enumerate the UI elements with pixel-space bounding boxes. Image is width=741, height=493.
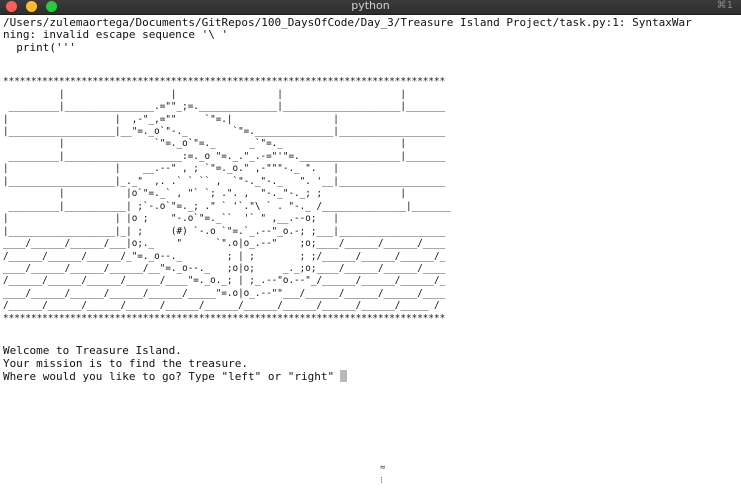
- ascii-art-line: | | __.--" , ; `"=._o." ,-"""-._ ". |: [3, 163, 339, 175]
- ascii-art-line: ____/______/______/______/__"=._o--._ ;o…: [3, 263, 446, 275]
- syntax-warning-line-2: ning: invalid escape sequence '\ ': [3, 28, 229, 42]
- ascii-art-line: /______/______/______/______/______/____…: [3, 300, 440, 312]
- treasure-island-ascii-art: ****************************************…: [3, 76, 739, 325]
- ascii-art-line: ****************************************…: [3, 312, 446, 324]
- ascii-art-line: _________|___________| ;`-.o`"=._; ." ` …: [3, 200, 451, 212]
- input-prompt-line[interactable]: Where would you like to go? Type "left" …: [3, 370, 739, 383]
- terminal-output[interactable]: /Users/zulemaortega/Documents/GitRepos/1…: [3, 17, 739, 491]
- ascii-art-line: |___________________|_| ; (#) `-.o `"=.`…: [3, 225, 446, 237]
- mission-message: Your mission is to find the treasure.: [3, 356, 249, 370]
- ascii-art-line: |___________________|_._" ,. .` ` `` , `…: [3, 175, 446, 187]
- text-cursor: [340, 370, 348, 383]
- syntax-warning-line-3: print(''': [3, 40, 76, 54]
- window-shortcut-label: ⌘1: [716, 0, 733, 11]
- ascii-art-line: | | |o ; "-.o`"=._`` '` " ,__.--o; |: [3, 213, 339, 225]
- ascii-art-line: ____/______/______/___|o;._ " `".o|o_.--…: [3, 238, 446, 250]
- welcome-message: Welcome to Treasure Island.: [3, 344, 182, 358]
- ascii-art-line: /______/______/______/_"=._o--._ ; | ; ;…: [3, 250, 446, 262]
- window-title-bar: python ⌘1: [0, 0, 741, 15]
- ascii-art-line: ____/______/______/______/______/_____"=…: [3, 287, 446, 299]
- ascii-art-line: | `"=._o`"=._ _`"=._ |: [3, 138, 406, 150]
- ascii-art-line: | | | |: [3, 88, 406, 100]
- ascii-art-line: |___________________|__"=._o`"-._ `"=.__…: [3, 126, 446, 138]
- ascii-art-line: | |o`"=._` , "` `; .". , "-._"-._; ; |: [3, 188, 406, 200]
- ascii-art-line: | | ,-"_,="" `"=.| |: [3, 113, 339, 125]
- ascii-art-line: /______/______/______/______/____"=._o._…: [3, 275, 446, 287]
- cursor-marker-icon: ≈: [380, 463, 386, 473]
- ascii-art-line: _________|_____________________:=._o "=.…: [3, 150, 446, 162]
- window-title: python: [351, 0, 390, 12]
- ascii-art-line: _________|________________.=""_;=.______…: [3, 101, 446, 113]
- cursor-marker-icon: ⁝: [380, 476, 383, 486]
- ascii-art-line: ****************************************…: [3, 76, 446, 88]
- direction-prompt: Where would you like to go? Type "left" …: [3, 370, 335, 384]
